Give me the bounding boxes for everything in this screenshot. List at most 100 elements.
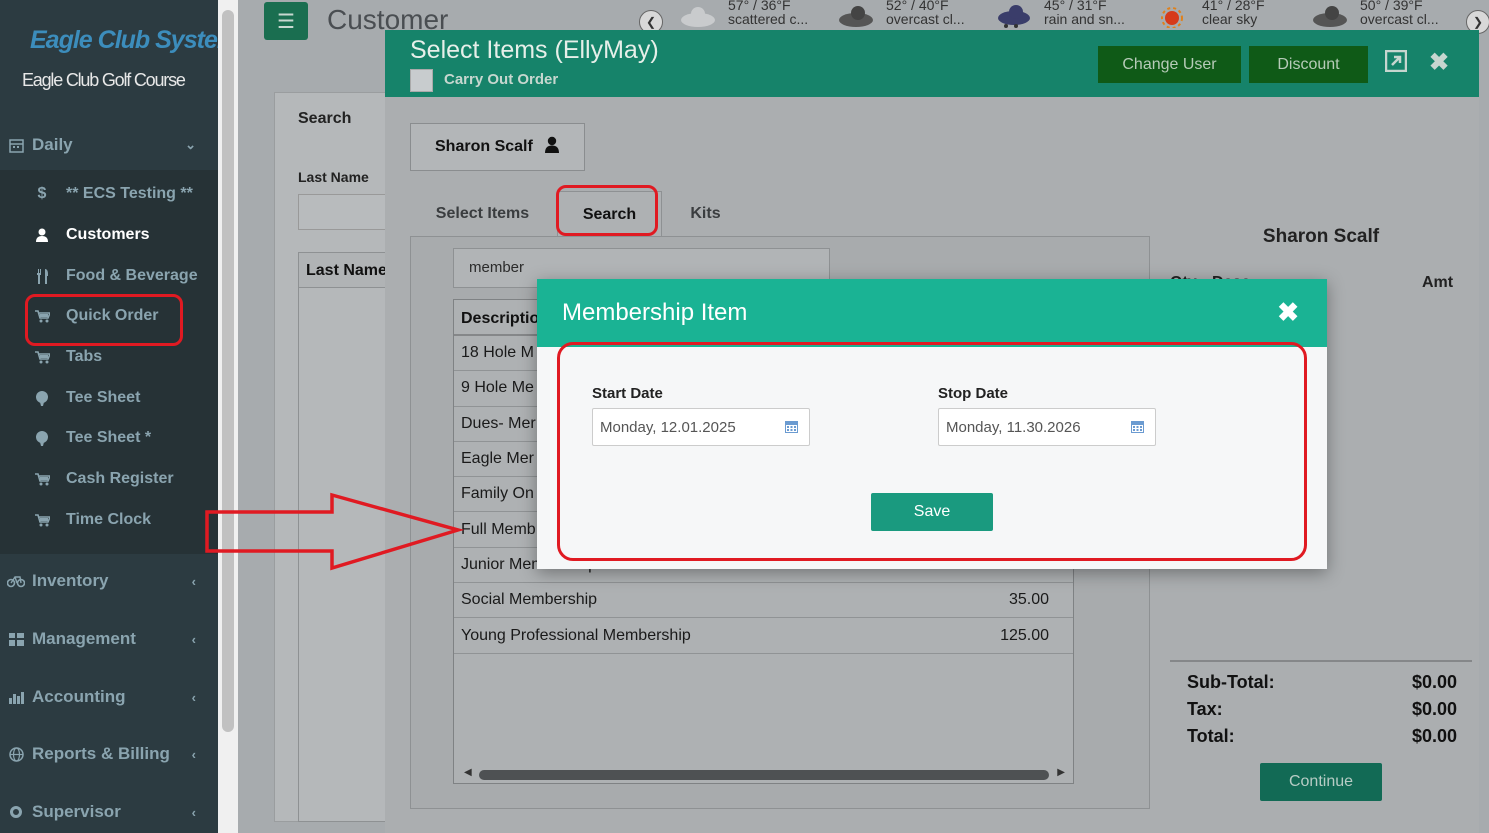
table-row[interactable]: Young Professional Membership 125.00 [454,618,1073,654]
user-icon [544,136,559,158]
close-icon[interactable]: ✖ [1277,297,1299,328]
tax-row: Tax: $0.00 [1187,699,1457,720]
chevron-left-icon: ‹ [191,631,196,647]
chevron-left-icon: ‹ [191,746,196,762]
bicycle-icon [0,574,32,588]
scrollbar-thumb[interactable] [479,770,1049,780]
sidebar-item-tee-sheet[interactable]: Tee Sheet [0,378,218,418]
sidebar-item-accounting[interactable]: Accounting ‹ [0,677,218,717]
scroll-left-icon[interactable]: ◀ [464,767,472,778]
carry-out-label: Carry Out Order [444,71,559,88]
club-name: Eagle Club Golf Course [22,70,186,90]
modal-header: Select Items (EllyMay) Carry Out Order C… [385,30,1479,97]
continue-button[interactable]: Continue [1260,763,1382,801]
row-desc: 18 Hole M [461,344,534,362]
sidebar-item-inventory[interactable]: Inventory ‹ [0,561,218,601]
bar-chart-icon [0,691,32,704]
table-row[interactable]: Social Membership 35.00 [454,583,1073,619]
overcast-icon [836,0,876,28]
subtotal-value: $0.00 [1411,672,1457,692]
sidebar-item-label: Supervisor [32,802,121,821]
sidebar-item-label: Inventory [32,571,109,590]
sidebar-item-label: Accounting [32,687,126,706]
col-amt: Amt [1422,274,1454,291]
weather-day: 45° / 31°F rain and sn... [994,0,1125,28]
tab-select-items[interactable]: Select Items [410,191,555,237]
row-amt: 125.00 [1000,626,1049,644]
sidebar-item-management[interactable]: Management ‹ [0,619,218,659]
discount-button[interactable]: Discount [1249,46,1368,83]
sidebar-item-supervisor[interactable]: Supervisor ‹ [0,792,218,832]
last-name-label: Last Name [298,169,369,185]
cloud-icon [678,0,718,28]
subtotal-row: Sub-Total: $0.00 [1187,672,1457,693]
sidebar-item-label: Time Clock [66,511,152,528]
hamburger-icon: ☰ [277,10,295,33]
selected-user-chip[interactable]: Sharon Scalf [410,123,585,171]
row-desc: Eagle Mer [461,450,534,468]
change-user-button[interactable]: Change User [1098,46,1241,83]
sidebar-item-label: Food & Beverage [66,267,198,284]
total-label: Total: [1187,726,1235,746]
chevron-right-icon: ❯ [1472,15,1484,29]
chevron-left-icon: ‹ [191,573,196,589]
globe-icon [0,746,32,762]
tax-label: Tax: [1187,699,1223,719]
sidebar: Eagle Club Systems Eagle Club Golf Cours… [0,0,252,833]
chevron-left-icon: ‹ [191,804,196,820]
expand-icon[interactable] [1384,49,1408,79]
sidebar-item-food-beverage[interactable]: Food & Beverage [0,256,218,296]
row-desc: Family On [461,485,534,503]
gear-icon [0,805,32,819]
utensils-icon [0,268,66,284]
sidebar-scrollbar-thumb[interactable] [222,10,234,732]
menu-toggle-button[interactable]: ☰ [264,2,308,40]
sidebar-item-label: ** ECS Testing ** [66,185,193,202]
sidebar-item-daily[interactable]: Daily ⌄ [0,125,218,165]
sidebar-item-label: Tee Sheet * [66,429,152,446]
tax-value: $0.00 [1411,699,1457,719]
sidebar-item-customers[interactable]: Customers [0,215,218,255]
sidebar-item-label: Management [32,629,136,648]
table-header-last-name[interactable]: Last Name [298,252,388,288]
weather-desc: overcast cl... [886,11,965,27]
dialog-header: Membership Item ✖ [537,279,1327,347]
subtotal-label: Sub-Total: [1187,672,1275,692]
weather-desc: clear sky [1202,11,1258,27]
chevron-left-icon: ❮ [645,15,657,29]
user-icon [0,228,66,242]
divider [1170,660,1472,662]
dialog-title: Membership Item [562,299,748,326]
weather-day: 41° / 28°F clear sky [1152,0,1265,29]
sidebar-item-cash-register[interactable]: Cash Register [0,459,218,499]
weather-desc: overcast cl... [1360,11,1439,27]
total-row: Total: $0.00 [1187,726,1457,747]
sidebar-item-label: Reports & Billing [32,744,170,763]
last-name-input[interactable] [298,194,388,230]
annotation-highlight-dates [557,342,1307,561]
user-chip-name: Sharon Scalf [435,138,533,155]
modal-title: Select Items (EllyMay) [410,36,659,64]
row-amt: 35.00 [1008,591,1049,609]
weather-day: 52° / 40°F overcast cl... [836,0,965,28]
table-horizontal-scrollbar[interactable]: ◀ ▶ [464,767,1065,781]
calendar-icon [0,138,32,153]
scroll-right-icon[interactable]: ▶ [1057,767,1065,778]
sidebar-item-time-clock[interactable]: Time Clock [0,500,218,540]
tab-kits[interactable]: Kits [663,191,748,237]
row-desc: Social Membership [461,591,598,609]
order-customer-name: Sharon Scalf [1262,226,1380,247]
sidebar-item-tee-sheet-star[interactable]: Tee Sheet * [0,418,218,458]
carry-out-checkbox[interactable] [410,69,433,92]
cart-icon [0,472,66,486]
weather-day: 50° / 39°F overcast cl... [1310,0,1439,28]
sidebar-item-label: Customers [66,226,150,243]
row-desc: Dues- Mer [461,414,536,432]
sidebar-item-reports-billing[interactable]: Reports & Billing ‹ [0,734,218,774]
dollar-icon: $ [37,185,47,202]
chevron-down-icon: ⌄ [185,137,196,152]
sidebar-item-ecs-testing[interactable]: $ ** ECS Testing ** [0,174,218,214]
close-icon[interactable]: ✖ [1429,48,1449,77]
tab-search[interactable]: Search [276,94,376,142]
cart-icon [0,513,66,527]
